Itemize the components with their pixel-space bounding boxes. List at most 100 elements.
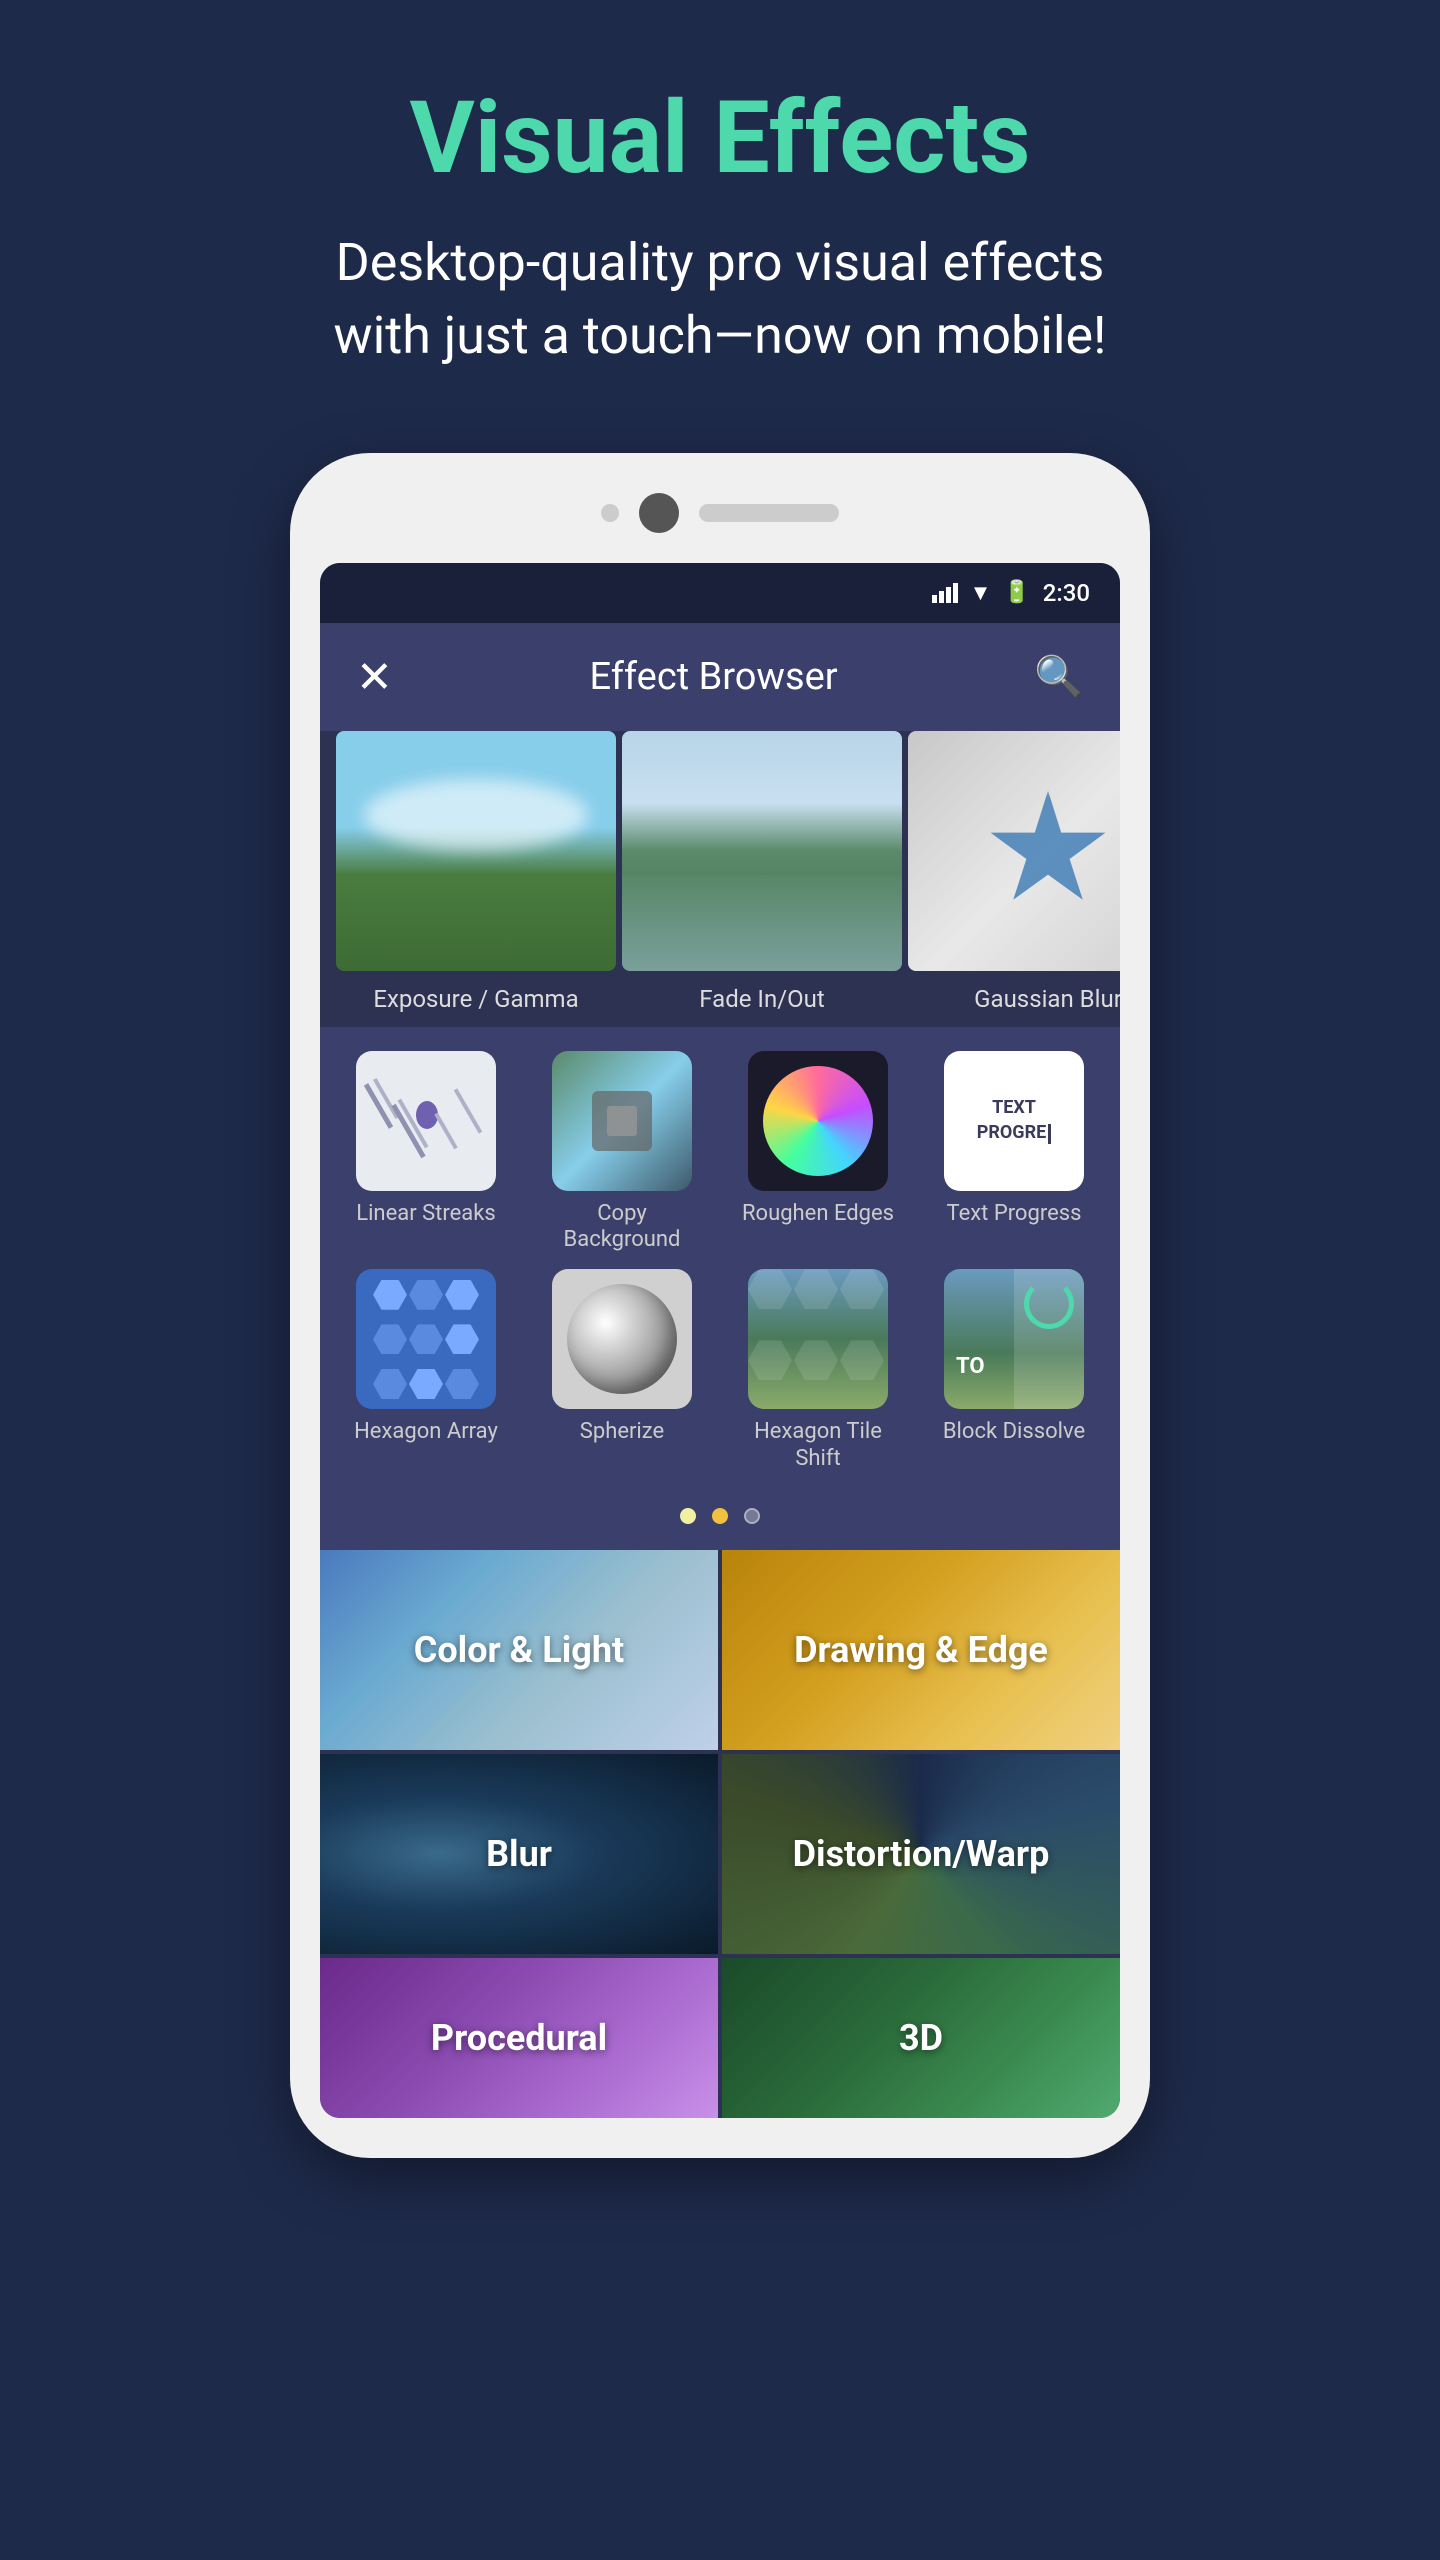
hextile-hex <box>794 1269 838 1309</box>
hex-cell <box>409 1324 443 1354</box>
block-to-text: TO <box>956 1354 985 1379</box>
effect-item-copy-background[interactable]: CopyBackground <box>532 1051 712 1254</box>
text-progress-thumb: TEXT PROGRE <box>944 1051 1084 1191</box>
hex-tile-shift-label: Hexagon TileShift <box>754 1419 882 1472</box>
streak-line <box>434 1112 457 1149</box>
streak-line <box>373 1078 399 1119</box>
sphere <box>567 1284 677 1394</box>
hex-cell <box>445 1324 479 1354</box>
text-progress-label: Text Progress <box>947 1201 1082 1227</box>
hextile-hex <box>840 1269 884 1309</box>
streak-line <box>454 1088 482 1133</box>
copy-background-label: CopyBackground <box>564 1201 681 1254</box>
blur-thumbnail <box>908 731 1120 971</box>
phone-screen: ▼ 🔋 2:30 ✕ Effect Browser 🔍 Exposure / G… <box>320 563 1120 2119</box>
pagination-dot-3[interactable] <box>744 1508 760 1524</box>
carousel-item-exposure[interactable]: Exposure / Gamma <box>336 731 616 1027</box>
page-title: Visual Effects <box>334 80 1107 197</box>
effect-item-text-progress[interactable]: TEXT PROGRE Text Progress <box>924 1051 1104 1254</box>
hextile-hex <box>840 1340 884 1380</box>
category-procedural-label: Procedural <box>431 2017 607 2059</box>
category-procedural[interactable]: Procedural <box>320 1958 718 2118</box>
category-blur-label: Blur <box>486 1833 552 1875</box>
copy-square-inner <box>607 1106 637 1136</box>
roughen-edges-thumb <box>748 1051 888 1191</box>
blur-label: Gaussian Blur <box>908 971 1120 1027</box>
spherize-thumb <box>552 1269 692 1409</box>
category-blur[interactable]: Blur <box>320 1754 718 1954</box>
app-bar-title: Effect Browser <box>589 655 837 699</box>
category-color-light-label: Color & Light <box>414 1629 624 1671</box>
status-icons: ▼ 🔋 2:30 <box>932 579 1090 607</box>
category-3d-label: 3D <box>899 2017 943 2059</box>
page-subtitle: Desktop-quality pro visual effectswith j… <box>334 227 1107 373</box>
blur-image <box>908 731 1120 971</box>
hex-cell <box>373 1280 407 1310</box>
status-bar: ▼ 🔋 2:30 <box>320 563 1120 623</box>
hexagon-array-label: Hexagon Array <box>354 1419 498 1445</box>
hex-cell <box>409 1369 443 1399</box>
effect-item-hex-tile-shift[interactable]: Hexagon TileShift <box>728 1269 908 1472</box>
hexagon-array-thumb <box>356 1269 496 1409</box>
text-prog-line1: TEXT <box>992 1097 1036 1118</box>
effect-grid-section: Linear Streaks CopyBackground <box>320 1027 1120 1551</box>
roughen-edges-label: Roughen Edges <box>742 1201 894 1227</box>
close-button[interactable]: ✕ <box>356 651 393 703</box>
hex-cell <box>409 1280 443 1310</box>
category-grid: Color & Light Drawing & Edge Blur Distor… <box>320 1550 1120 2118</box>
hex-cell <box>373 1324 407 1354</box>
category-color-light[interactable]: Color & Light <box>320 1550 718 1750</box>
block-dissolve-label: Block Dissolve <box>943 1419 1085 1445</box>
battery-icon: 🔋 <box>1003 580 1030 605</box>
linear-streaks-thumb <box>356 1051 496 1191</box>
copy-square <box>592 1091 652 1151</box>
exposure-label: Exposure / Gamma <box>336 971 616 1027</box>
category-distortion-label: Distortion/Warp <box>793 1833 1050 1875</box>
hex-cell <box>373 1369 407 1399</box>
fade-label: Fade In/Out <box>622 971 902 1027</box>
pagination-dots <box>336 1488 1104 1534</box>
category-drawing-edge[interactable]: Drawing & Edge <box>722 1550 1120 1750</box>
hextile-overlay <box>748 1269 888 1409</box>
category-drawing-edge-label: Drawing & Edge <box>794 1629 1048 1671</box>
status-time: 2:30 <box>1043 579 1090 607</box>
hex-tile-shift-thumb <box>748 1269 888 1409</box>
effect-item-roughen-edges[interactable]: Roughen Edges <box>728 1051 908 1254</box>
featured-carousel[interactable]: Exposure / Gamma Fade In/Out Gaussian Bl… <box>320 731 1120 1027</box>
effect-item-block-dissolve[interactable]: TO Block Dissolve <box>924 1269 1104 1472</box>
exposure-image <box>336 731 616 971</box>
text-prog-line2: PROGRE <box>977 1122 1051 1143</box>
search-icon[interactable]: 🔍 <box>1034 653 1084 700</box>
hextile-hex <box>748 1269 792 1309</box>
text-cursor <box>1048 1124 1051 1144</box>
phone-camera <box>639 493 679 533</box>
phone-dot <box>601 504 619 522</box>
phone-top-bar <box>320 493 1120 533</box>
hextile-hex <box>794 1340 838 1380</box>
roughen-circle <box>763 1066 873 1176</box>
star-shape <box>988 791 1108 911</box>
hex-cell <box>445 1280 479 1310</box>
fade-image <box>622 731 902 971</box>
effect-grid-row2: Hexagon Array Spherize <box>336 1269 1104 1472</box>
app-bar: ✕ Effect Browser 🔍 <box>320 623 1120 731</box>
carousel-item-fade[interactable]: Fade In/Out <box>622 731 902 1027</box>
signal-icon <box>932 583 958 603</box>
copy-background-thumb <box>552 1051 692 1191</box>
spherize-label: Spherize <box>580 1419 664 1445</box>
hextile-hex <box>748 1340 792 1380</box>
effect-item-hexagon-array[interactable]: Hexagon Array <box>336 1269 516 1472</box>
pagination-dot-2[interactable] <box>712 1508 728 1524</box>
fade-thumbnail <box>622 731 902 971</box>
page-header: Visual Effects Desktop-quality pro visua… <box>294 0 1147 433</box>
wifi-icon: ▼ <box>970 580 992 606</box>
pagination-dot-1[interactable] <box>680 1508 696 1524</box>
exposure-thumbnail <box>336 731 616 971</box>
effect-grid-row1: Linear Streaks CopyBackground <box>336 1051 1104 1254</box>
category-3d[interactable]: 3D <box>722 1958 1120 2118</box>
effect-item-spherize[interactable]: Spherize <box>532 1269 712 1472</box>
category-distortion[interactable]: Distortion/Warp <box>722 1754 1120 1954</box>
effect-item-linear-streaks[interactable]: Linear Streaks <box>336 1051 516 1254</box>
carousel-item-blur[interactable]: Gaussian Blur <box>908 731 1120 1027</box>
hex-cell <box>445 1369 479 1399</box>
